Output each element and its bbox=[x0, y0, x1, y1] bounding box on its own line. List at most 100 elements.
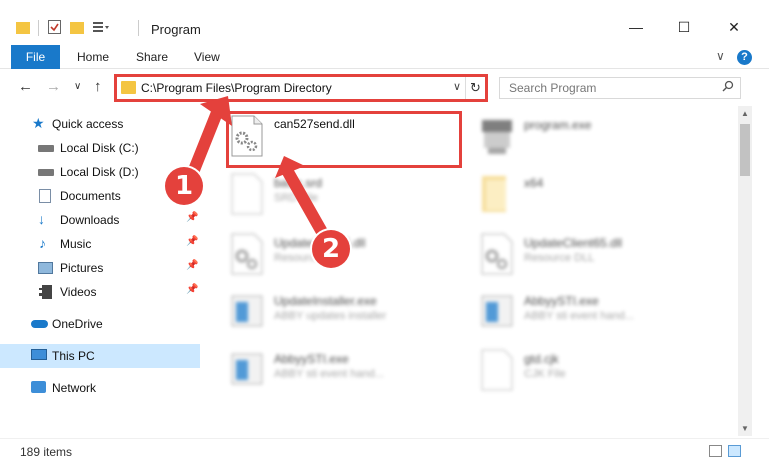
step-marker-2: 2 bbox=[312, 230, 350, 268]
pin-icon[interactable]: 📌 bbox=[186, 236, 198, 247]
drive-icon bbox=[38, 169, 54, 176]
help-icon[interactable]: ? bbox=[737, 50, 752, 65]
new-folder-icon[interactable] bbox=[70, 22, 84, 34]
file-item[interactable]: AbbyySTI.exe ABBY sti event hand... bbox=[480, 290, 720, 346]
scroll-up-icon[interactable]: ▲ bbox=[741, 109, 749, 118]
item-count: 189 items bbox=[20, 445, 73, 459]
sidebar-item-label: OneDrive bbox=[52, 317, 103, 331]
back-button[interactable]: ← bbox=[18, 78, 33, 95]
recent-locations-icon[interactable]: ∨ bbox=[74, 81, 81, 92]
separator bbox=[38, 20, 39, 36]
sidebar-item-label: Local Disk (D:) bbox=[60, 165, 139, 179]
sidebar-item-label: Network bbox=[52, 381, 97, 395]
file-item[interactable]: AbbyySTI.exe ABBY sti event hand... bbox=[230, 348, 470, 404]
ribbon-tabs: File Home Share View ∨ ? bbox=[0, 45, 769, 69]
file-item[interactable]: basic.srd SRD File bbox=[230, 172, 470, 228]
refresh-button[interactable]: ↻ bbox=[465, 77, 485, 99]
exe-icon bbox=[480, 114, 514, 158]
file-description: ABBY sti event hand... bbox=[274, 368, 384, 380]
sidebar-item-label: Documents bbox=[60, 189, 121, 203]
scroll-thumb[interactable] bbox=[740, 124, 750, 176]
file-item[interactable]: UpdateClient65.dll Resource DLL bbox=[480, 232, 720, 288]
sidebar-item-network[interactable]: Network bbox=[0, 376, 200, 400]
status-bar: 189 items bbox=[0, 438, 769, 462]
file-description: SRD File bbox=[274, 192, 319, 204]
customize-toolbar-icon[interactable] bbox=[92, 20, 110, 34]
file-item[interactable]: x64 bbox=[480, 172, 720, 228]
download-icon: ↓ bbox=[38, 211, 45, 227]
tab-view[interactable]: View bbox=[194, 45, 220, 69]
minimize-button[interactable]: — bbox=[613, 16, 659, 40]
file-name: UpdateClient65.dll bbox=[524, 236, 623, 250]
sidebar-item-local-disk-c[interactable]: Local Disk (C:) bbox=[0, 136, 200, 160]
tab-file[interactable]: File bbox=[11, 45, 60, 69]
network-icon bbox=[31, 381, 46, 393]
file-description: ABBY sti event hand... bbox=[524, 310, 634, 322]
window-title: Program bbox=[151, 22, 201, 37]
sidebar-item-videos[interactable]: Videos 📌 bbox=[0, 280, 200, 304]
sidebar-item-label: Downloads bbox=[60, 213, 120, 227]
title-bar: Program — ☐ ✕ bbox=[0, 0, 769, 40]
installer-icon bbox=[230, 290, 264, 334]
sidebar-item-label: Quick access bbox=[52, 117, 124, 131]
file-description: ABBY updates installer bbox=[274, 310, 387, 322]
installer-icon bbox=[230, 348, 264, 392]
sidebar-item-this-pc[interactable]: This PC bbox=[0, 344, 200, 368]
sidebar-item-onedrive[interactable]: OneDrive bbox=[0, 312, 200, 336]
search-input[interactable]: Search Program bbox=[499, 77, 741, 99]
folder-icon bbox=[16, 22, 30, 34]
music-icon: ♪ bbox=[39, 235, 46, 251]
dll-gear-icon bbox=[230, 232, 264, 276]
sidebar-item-pictures[interactable]: Pictures 📌 bbox=[0, 256, 200, 280]
pc-icon bbox=[31, 349, 47, 360]
file-name: UpdateInstaller.exe bbox=[274, 294, 377, 308]
expand-ribbon-icon[interactable]: ∨ bbox=[716, 49, 725, 63]
installer-icon bbox=[480, 290, 514, 334]
tab-home[interactable]: Home bbox=[77, 45, 109, 69]
file-name: x64 bbox=[524, 176, 544, 190]
highlight-box bbox=[226, 111, 462, 168]
file-name: basic.srd bbox=[274, 176, 323, 190]
forward-button[interactable]: → bbox=[46, 78, 61, 95]
sidebar-item-label: This PC bbox=[52, 349, 95, 363]
separator bbox=[138, 20, 139, 36]
file-name: AbbyySTI.exe bbox=[274, 352, 349, 366]
sidebar-item-label: Pictures bbox=[60, 261, 104, 275]
file-name: gtd.cjk bbox=[524, 352, 559, 366]
folder-icon bbox=[121, 81, 136, 94]
sidebar-item-music[interactable]: ♪ Music 📌 bbox=[0, 232, 200, 256]
vertical-scrollbar[interactable]: ▲ ▼ bbox=[738, 106, 752, 436]
address-path[interactable]: C:\Program Files\Program Directory bbox=[141, 81, 332, 95]
navigation-bar: ← → ∨ ↑ C:\Program Files\Program Directo… bbox=[0, 70, 769, 106]
file-description: CJK File bbox=[524, 368, 566, 380]
tab-share[interactable]: Share bbox=[136, 45, 168, 69]
documents-icon bbox=[39, 189, 51, 203]
close-button[interactable]: ✕ bbox=[711, 16, 757, 40]
pin-icon[interactable]: 📌 bbox=[186, 260, 198, 271]
videos-icon bbox=[39, 285, 52, 299]
file-item[interactable]: UpdateInstaller.exe ABBY updates install… bbox=[230, 290, 470, 346]
large-icons-view-icon[interactable] bbox=[728, 445, 741, 457]
search-placeholder: Search Program bbox=[509, 81, 597, 95]
pin-icon[interactable]: 📌 bbox=[186, 284, 198, 295]
sidebar-item-quick-access[interactable]: ★ Quick access bbox=[0, 112, 200, 136]
file-description: Resource DLL bbox=[524, 252, 595, 264]
maximize-button[interactable]: ☐ bbox=[661, 16, 707, 40]
pin-icon[interactable]: 📌 bbox=[186, 212, 198, 223]
folder-icon bbox=[480, 172, 514, 216]
pictures-icon bbox=[38, 262, 53, 274]
address-bar[interactable]: C:\Program Files\Program Directory ∨ ↻ bbox=[114, 74, 488, 102]
sidebar-item-label: Videos bbox=[60, 285, 97, 299]
sidebar-item-downloads[interactable]: ↓ Downloads 📌 bbox=[0, 208, 200, 232]
star-icon: ★ bbox=[32, 115, 45, 131]
properties-icon[interactable] bbox=[48, 20, 61, 34]
scroll-down-icon[interactable]: ▼ bbox=[741, 424, 749, 433]
file-item[interactable]: gtd.cjk CJK File bbox=[480, 348, 720, 404]
file-item[interactable]: UpdateClient5.dll Resource DLL bbox=[230, 232, 470, 288]
details-view-icon[interactable] bbox=[709, 445, 722, 457]
dll-gear-icon bbox=[480, 232, 514, 276]
file-item[interactable]: program.exe bbox=[480, 114, 720, 170]
address-dropdown-icon[interactable]: ∨ bbox=[453, 80, 461, 93]
file-name: AbbyySTI.exe bbox=[524, 294, 599, 308]
up-button[interactable]: ↑ bbox=[94, 78, 102, 95]
